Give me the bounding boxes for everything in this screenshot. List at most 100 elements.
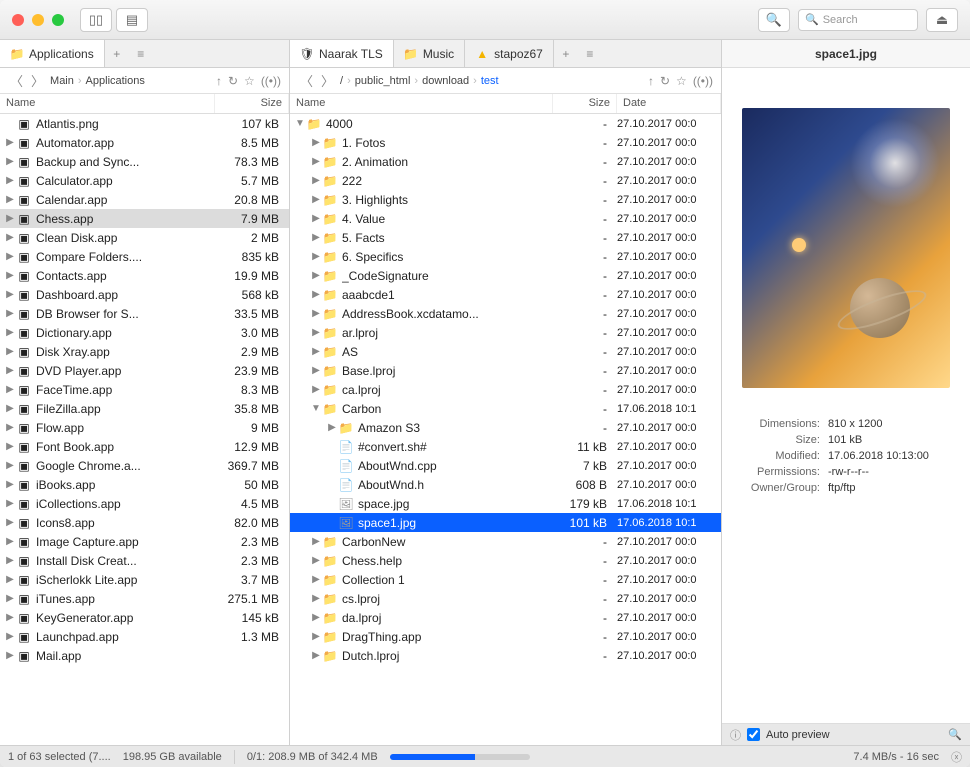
airdrop-icon[interactable]: ((•)) [693,74,713,88]
list-item[interactable]: ▶▣DB Browser for S...33.5 MB [0,304,289,323]
up-icon[interactable]: ↑ [216,74,222,88]
list-item[interactable]: ▶▣Contacts.app19.9 MB [0,266,289,285]
disclosure-icon[interactable]: ▶ [4,479,16,490]
disclosure-icon[interactable]: ▶ [4,574,16,585]
disclosure-icon[interactable]: ▶ [310,308,322,319]
disclosure-icon[interactable]: ▶ [310,612,322,623]
back-icon[interactable]: 〈 [298,71,315,90]
list-item[interactable]: 📄AboutWnd.h608 B27.10.2017 00:0 [290,475,721,494]
disclosure-icon[interactable]: ▶ [310,289,322,300]
tab-stapoz[interactable]: ▲stapoz67 [465,40,554,67]
list-item[interactable]: ▶📁Collection 1-27.10.2017 00:0 [290,570,721,589]
minimize-icon[interactable] [32,14,44,26]
list-item[interactable]: ▶▣Chess.app7.9 MB [0,209,289,228]
list-item[interactable]: ▶▣iTunes.app275.1 MB [0,589,289,608]
list-item[interactable]: ▶▣Google Chrome.a...369.7 MB [0,456,289,475]
reveal-icon[interactable]: 🔍 [758,8,790,32]
disclosure-icon[interactable]: ▶ [4,517,16,528]
refresh-icon[interactable]: ↻ [228,74,238,88]
tab-naarak[interactable]: 🛡Naarak TLS [290,40,394,67]
list-item[interactable]: ▶▣Clean Disk.app2 MB [0,228,289,247]
disclosure-icon[interactable]: ▶ [310,555,322,566]
list-item[interactable]: ▼📁4000-27.10.2017 00:0 [290,114,721,133]
crumb[interactable]: public_html [355,75,411,87]
disclosure-icon[interactable]: ▶ [4,346,16,357]
forward-icon[interactable]: 〉 [29,71,46,90]
panels-icon[interactable]: ▯▯ [80,8,112,32]
list-item[interactable]: ▶📁AS-27.10.2017 00:0 [290,342,721,361]
disclosure-icon[interactable]: ▶ [4,498,16,509]
list-item[interactable]: ▶▣iCollections.app4.5 MB [0,494,289,513]
disclosure-icon[interactable]: ▶ [4,137,16,148]
list-item[interactable]: ▶▣Dashboard.app568 kB [0,285,289,304]
list-item[interactable]: ▶▣Install Disk Creat...2.3 MB [0,551,289,570]
list-item[interactable]: ▶📁5. Facts-27.10.2017 00:0 [290,228,721,247]
list-item[interactable]: 🖼space.jpg179 kB17.06.2018 10:1 [290,494,721,513]
disclosure-icon[interactable]: ▶ [4,156,16,167]
list-item[interactable]: ▶▣Image Capture.app2.3 MB [0,532,289,551]
mid-list[interactable]: ▼📁4000-27.10.2017 00:0▶📁1. Fotos-27.10.2… [290,114,721,745]
list-item[interactable]: ▶📁cs.lproj-27.10.2017 00:0 [290,589,721,608]
disclosure-icon[interactable]: ▶ [4,555,16,566]
airdrop-icon[interactable]: ((•)) [261,74,281,88]
list-item[interactable]: ▶📁Amazon S3-27.10.2017 00:0 [290,418,721,437]
disclosure-icon[interactable]: ▶ [310,137,322,148]
list-item[interactable]: ▶📁aaabcde1-27.10.2017 00:0 [290,285,721,304]
disclosure-icon[interactable]: ▶ [4,308,16,319]
list-item[interactable]: ▶📁_CodeSignature-27.10.2017 00:0 [290,266,721,285]
list-item[interactable]: ▶📁6. Specifics-27.10.2017 00:0 [290,247,721,266]
disclosure-icon[interactable]: ▶ [4,422,16,433]
disclosure-icon[interactable]: ▶ [4,650,16,661]
list-item[interactable]: ▶▣iScherlokk Lite.app3.7 MB [0,570,289,589]
list-item[interactable]: ▶📁3. Highlights-27.10.2017 00:0 [290,190,721,209]
eject-icon[interactable]: ⏏ [926,8,958,32]
header-name[interactable]: Name [290,94,553,113]
preview-icon[interactable]: ▤ [116,8,148,32]
disclosure-icon[interactable]: ▶ [310,346,322,357]
star-icon[interactable]: ☆ [244,74,255,88]
disclosure-icon[interactable]: ▶ [310,365,322,376]
disclosure-icon[interactable]: ▶ [310,156,322,167]
disclosure-icon[interactable]: ▶ [310,327,322,338]
disclosure-icon[interactable]: ▼ [294,118,306,129]
list-item[interactable]: ▶▣Launchpad.app1.3 MB [0,627,289,646]
disclosure-icon[interactable]: ▶ [310,175,322,186]
list-item[interactable]: ▶📁CarbonNew-27.10.2017 00:0 [290,532,721,551]
list-item[interactable]: ▶📁1. Fotos-27.10.2017 00:0 [290,133,721,152]
disclosure-icon[interactable]: ▶ [310,631,322,642]
tab-applications[interactable]: 📁 Applications [0,40,105,67]
header-date[interactable]: Date [617,94,721,113]
disclosure-icon[interactable]: ▶ [4,631,16,642]
disclosure-icon[interactable]: ▶ [310,251,322,262]
list-item[interactable]: ▶📁Base.lproj-27.10.2017 00:0 [290,361,721,380]
info-icon[interactable]: ⓘ [730,727,741,743]
list-item[interactable]: ▶▣Dictionary.app3.0 MB [0,323,289,342]
disclosure-icon[interactable]: ▶ [310,194,322,205]
list-item[interactable]: ▶▣DVD Player.app23.9 MB [0,361,289,380]
list-item[interactable]: ▶▣Calendar.app20.8 MB [0,190,289,209]
disclosure-icon[interactable]: ▶ [4,251,16,262]
disclosure-icon[interactable]: ▶ [310,270,322,281]
cancel-icon[interactable]: ⓧ [951,749,962,765]
forward-icon[interactable]: 〉 [319,71,336,90]
disclosure-icon[interactable]: ▶ [326,422,338,433]
list-item[interactable]: ▶📁Chess.help-27.10.2017 00:0 [290,551,721,570]
list-item[interactable]: ▶▣Disk Xray.app2.9 MB [0,342,289,361]
disclosure-icon[interactable]: ▶ [4,270,16,281]
disclosure-icon[interactable]: ▶ [4,593,16,604]
list-item[interactable]: 📄#convert.sh#11 kB27.10.2017 00:0 [290,437,721,456]
list-item[interactable]: 📄AboutWnd.cpp7 kB27.10.2017 00:0 [290,456,721,475]
disclosure-icon[interactable]: ▶ [310,650,322,661]
auto-preview-checkbox[interactable] [747,728,760,741]
tab-add-button[interactable]: + [105,40,129,67]
tab-menu-button[interactable]: ≡ [578,40,602,67]
tab-add-button[interactable]: + [554,40,578,67]
crumb[interactable]: download [422,75,469,87]
disclosure-icon[interactable]: ▶ [4,175,16,186]
disclosure-icon[interactable]: ▶ [4,365,16,376]
disclosure-icon[interactable]: ▶ [4,441,16,452]
left-list[interactable]: ▣Atlantis.png107 kB▶▣Automator.app8.5 MB… [0,114,289,745]
list-item[interactable]: ▶📁ca.lproj-27.10.2017 00:0 [290,380,721,399]
list-item[interactable]: ▶▣Calculator.app5.7 MB [0,171,289,190]
list-item[interactable]: ▶▣Icons8.app82.0 MB [0,513,289,532]
